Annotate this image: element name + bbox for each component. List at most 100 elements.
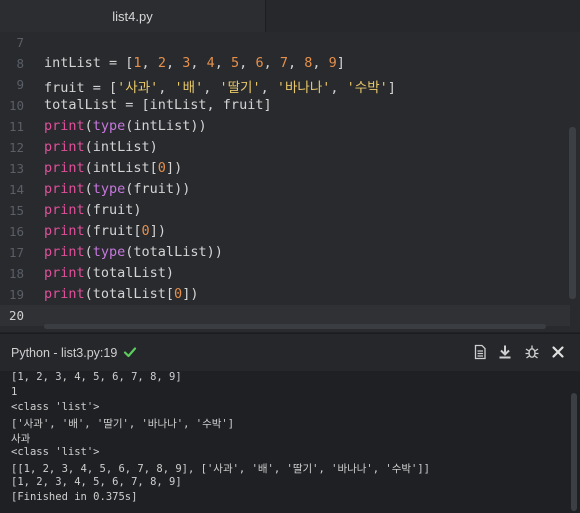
code-text: totalList = [intList, fruit] xyxy=(44,97,272,113)
code-token: , xyxy=(287,55,305,71)
code-token: (totalList[ xyxy=(84,286,175,302)
bug-icon[interactable] xyxy=(524,344,540,360)
code-line[interactable]: 17 print(type(totalList)) xyxy=(0,242,570,263)
code-editor[interactable]: 7 8 intList = [1, 2, 3, 4, 5, 6, 7, 8, 9] 9… xyxy=(0,32,580,332)
console-line: [1, 2, 3, 4, 5, 6, 7, 8, 9] xyxy=(11,476,182,488)
code-text: print(intList) xyxy=(44,139,158,155)
console-line: ['사과', '배', '딸기', '바나나', '수박'] xyxy=(11,418,235,430)
code-token: ( xyxy=(84,244,93,260)
code-line[interactable]: 9 fruit = ['사과', '배', '딸기', '바나나', '수박'] xyxy=(0,74,570,96)
code-token: (intList) xyxy=(84,139,158,155)
code-token: , xyxy=(190,55,207,71)
code-text: print(totalList[0]) xyxy=(44,286,198,302)
code-line[interactable]: 8 intList = [1, 2, 3, 4, 5, 6, 7, 8, 9] xyxy=(0,53,570,74)
code-token: ( xyxy=(84,181,93,197)
code-text: print(type(fruit)) xyxy=(44,181,190,197)
code-token: type xyxy=(92,118,126,134)
console-vertical-scrollbar[interactable] xyxy=(571,393,577,511)
line-number: 11 xyxy=(8,119,24,134)
code-line[interactable]: 19 print(totalList[0]) xyxy=(0,284,570,305)
code-token: , xyxy=(312,55,329,71)
code-token: 0 xyxy=(157,160,166,176)
console-line: 사과 xyxy=(11,433,31,445)
code-line[interactable]: 16 print(fruit[0]) xyxy=(0,221,570,242)
check-icon xyxy=(123,347,137,358)
code-line[interactable]: 18 print(totalList) xyxy=(0,263,570,284)
code-token: print xyxy=(44,139,85,155)
code-token: (intList[ xyxy=(84,160,158,176)
tab-title: list4.py xyxy=(112,9,153,24)
code-text: print(type(intList)) xyxy=(44,118,207,134)
code-token: 2 xyxy=(157,55,166,71)
horizontal-scrollbar[interactable] xyxy=(44,324,546,329)
code-token: type xyxy=(92,244,126,260)
close-icon[interactable] xyxy=(550,344,566,360)
code-token: print xyxy=(44,181,85,197)
code-token: , xyxy=(239,55,256,71)
line-number: 10 xyxy=(8,98,24,113)
code-token: (fruit) xyxy=(84,202,142,218)
code-token: fruit = [ xyxy=(44,80,118,96)
line-number: 12 xyxy=(8,140,24,155)
code-token: '사과' xyxy=(117,80,159,96)
code-token: '딸기' xyxy=(219,80,261,96)
line-number: 16 xyxy=(8,224,24,239)
code-token: , xyxy=(330,80,347,96)
download-icon[interactable] xyxy=(497,344,513,360)
code-line[interactable]: 14 print(type(fruit)) xyxy=(0,179,570,200)
line-number: 19 xyxy=(8,287,24,302)
code-token: print xyxy=(44,244,85,260)
code-token: print xyxy=(44,265,85,281)
document-icon[interactable] xyxy=(472,344,488,360)
code-token: , xyxy=(263,55,280,71)
line-number: 18 xyxy=(8,266,24,281)
code-line[interactable]: 11 print(type(intList)) xyxy=(0,116,570,137)
code-token: 5 xyxy=(231,55,240,71)
code-line[interactable]: 7 xyxy=(0,32,570,53)
code-text: print(fruit) xyxy=(44,202,142,218)
code-token: , xyxy=(165,55,183,71)
code-token: 6 xyxy=(255,55,264,71)
output-console: [1, 2, 3, 4, 5, 6, 7, 8, 9] 1 <class 'list… xyxy=(0,371,580,513)
code-text: print(intList[0]) xyxy=(44,160,182,176)
line-number: 17 xyxy=(8,245,24,260)
line-number: 8 xyxy=(16,56,24,71)
code-token: ]) xyxy=(165,160,183,176)
console-line: <class 'list'> xyxy=(11,446,100,458)
code-token: 9 xyxy=(328,55,337,71)
code-token: (fruit)) xyxy=(125,181,191,197)
code-token: print xyxy=(44,223,85,239)
console-line: [1, 2, 3, 4, 5, 6, 7, 8, 9] xyxy=(11,371,182,383)
console-line: <class 'list'> xyxy=(11,401,100,413)
line-number: 15 xyxy=(8,203,24,218)
code-line[interactable]: 10 totalList = [intList, fruit] xyxy=(0,95,570,116)
code-token: ]) xyxy=(149,223,166,239)
code-token: type xyxy=(92,181,126,197)
code-token: '수박' xyxy=(346,80,388,96)
line-number: 13 xyxy=(8,161,24,176)
line-number: 14 xyxy=(8,182,24,197)
code-token: 0 xyxy=(174,286,183,302)
editor-vertical-scrollbar[interactable] xyxy=(569,127,576,299)
line-number: 7 xyxy=(16,35,24,50)
code-line[interactable]: 12 print(intList) xyxy=(0,137,570,158)
code-token: print xyxy=(44,202,85,218)
code-token: , xyxy=(214,55,232,71)
code-text: fruit = ['사과', '배', '딸기', '바나나', '수박'] xyxy=(44,76,396,96)
tab-list4[interactable]: list4.py xyxy=(0,0,266,32)
code-token: print xyxy=(44,286,85,302)
code-token: , xyxy=(203,80,220,96)
code-line[interactable]: 15 print(fruit) xyxy=(0,200,570,221)
console-line: [[1, 2, 3, 4, 5, 6, 7, 8, 9], ['사과', '배'… xyxy=(11,463,430,475)
code-token: 7 xyxy=(279,55,288,71)
code-line[interactable]: 20 xyxy=(0,305,570,326)
code-token: ]) xyxy=(182,286,199,302)
tab-bar: list4.py xyxy=(0,0,580,32)
panel-title: Python - list3.py:19 xyxy=(11,346,118,360)
code-text: intList = [1, 2, 3, 4, 5, 6, 7, 8, 9] xyxy=(44,55,345,71)
code-token: , xyxy=(141,55,158,71)
code-line[interactable]: 13 print(intList[0]) xyxy=(0,158,570,179)
code-token: ( xyxy=(84,118,93,134)
code-token: (intList)) xyxy=(125,118,207,134)
console-line: 1 xyxy=(11,386,18,398)
